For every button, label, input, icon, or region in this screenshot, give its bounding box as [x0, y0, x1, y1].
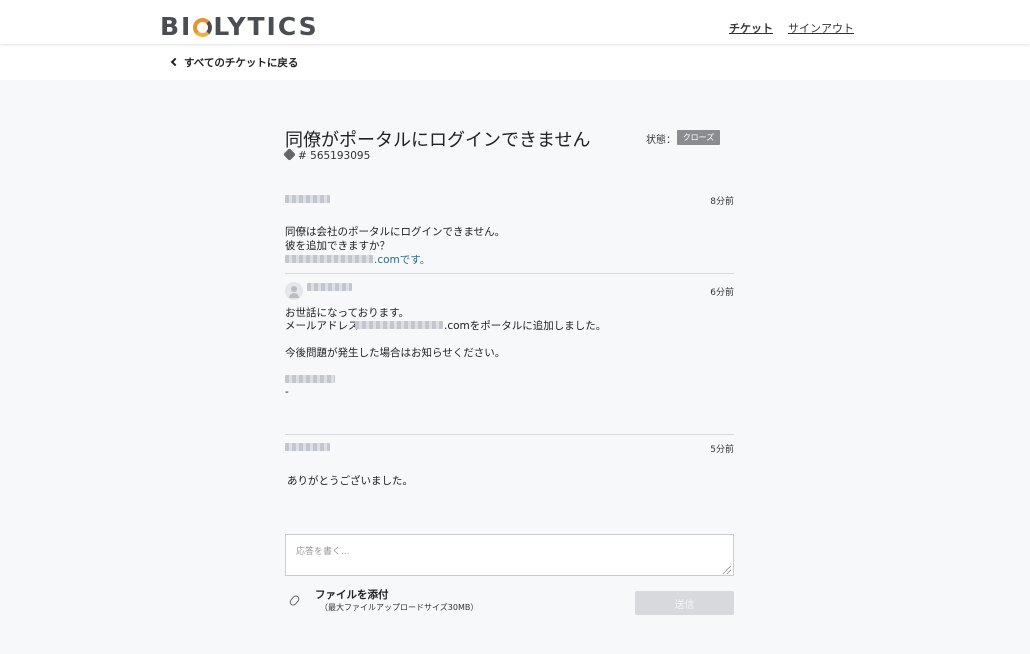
logo-o-icon [193, 18, 213, 37]
ticket-number-text: # 565193095 [298, 150, 371, 162]
resize-handle-icon[interactable] [723, 566, 731, 574]
ticket-title: 同僚がポータルにログインできません [285, 130, 591, 151]
nav-signout-link[interactable]: サインアウト [788, 20, 854, 36]
attach-file-button[interactable]: ファイルを添付 [315, 587, 389, 602]
nav-tickets-link[interactable]: チケット [729, 20, 773, 36]
redacted-signature [285, 375, 335, 383]
status-label: 状態： [646, 135, 676, 146]
message-time: 5分前 [710, 445, 734, 455]
message-body-line: .comをポータルに追加しました。 [444, 320, 607, 332]
biglytics-logo[interactable]: BI LYTICS [160, 12, 319, 42]
reply-textarea[interactable] [285, 534, 734, 576]
send-button[interactable]: 送信 [635, 591, 734, 615]
message-body-line: 彼を追加できますか？ [285, 240, 390, 252]
redacted-author-name [285, 443, 330, 451]
message-body-line: 同僚は会社のポータルにログインできません。 [285, 226, 506, 238]
message-body-line: ありがとうございました。 [287, 475, 413, 487]
message-time: 8分前 [710, 197, 734, 207]
message-body-line: メールアドレス [285, 320, 359, 332]
back-bar [0, 44, 1030, 80]
logo-text-start: BI [160, 12, 193, 41]
message-divider [285, 434, 734, 435]
status-badge: クローズ [677, 130, 720, 145]
signature-dash: - [285, 386, 289, 398]
back-link-label: すべてのチケットに戻る [184, 57, 299, 69]
message-body-line: お世話になっております。 [285, 307, 410, 319]
redacted-author-name [285, 195, 330, 203]
message-divider [285, 273, 734, 274]
logo-text-end: LYTICS [213, 12, 319, 41]
redacted-email [355, 321, 443, 329]
redacted-email [285, 255, 373, 263]
paperclip-icon[interactable] [288, 594, 301, 607]
ticket-number: # 565193095 [283, 148, 371, 162]
top-header: BI LYTICS チケット サインアウト [0, 0, 1030, 44]
chevron-left-icon [170, 57, 180, 67]
redacted-author-name [307, 283, 352, 291]
message-body-line: 今後問題が発生した場合はお知らせください。 [285, 347, 506, 359]
user-icon [285, 282, 303, 300]
email-link-suffix[interactable]: .comです。 [374, 253, 430, 267]
attach-size-note: （最大ファイルアップロードサイズ30MB） [320, 603, 479, 612]
message-time: 6分前 [710, 288, 734, 298]
back-to-tickets-link[interactable]: すべてのチケットに戻る [170, 55, 299, 70]
tag-icon [283, 148, 296, 161]
